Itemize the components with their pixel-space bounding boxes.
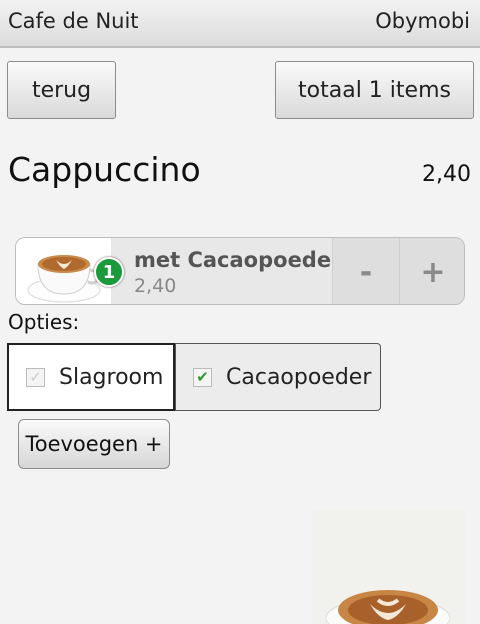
app-title: Cafe de Nuit (8, 9, 139, 33)
item-price: 2,40 (134, 275, 177, 297)
order-item-row[interactable]: met Cacaopoeder 2,40 - + (15, 237, 465, 305)
cappuccino-photo (312, 510, 465, 624)
add-button[interactable]: Toevoegen + (18, 419, 170, 469)
product-price: 2,40 (422, 162, 471, 187)
options-label: Opties: (8, 310, 80, 334)
title-bar: Cafe de Nuit Obymobi (0, 0, 480, 48)
option-label: Cacaopoeder (226, 364, 372, 390)
increase-quantity-button[interactable]: + (399, 238, 464, 304)
quantity-badge: 1 (94, 257, 124, 287)
back-button[interactable]: terug (7, 61, 116, 119)
decrease-quantity-button[interactable]: - (332, 238, 399, 304)
item-name: met Cacaopoeder (134, 248, 334, 272)
checkmark-icon[interactable]: ✔ (193, 367, 212, 387)
option-label: Slagroom (59, 364, 164, 390)
option-cacaopoeder[interactable]: ✔ Cacaopoeder (175, 343, 381, 411)
product-title: Cappuccino (8, 150, 201, 189)
option-slagroom[interactable]: ✓ Slagroom (7, 343, 175, 411)
checkbox-unchecked-icon[interactable]: ✓ (26, 367, 45, 387)
cart-total-button[interactable]: totaal 1 items (275, 61, 474, 119)
brand-name: Obymobi (375, 9, 470, 33)
